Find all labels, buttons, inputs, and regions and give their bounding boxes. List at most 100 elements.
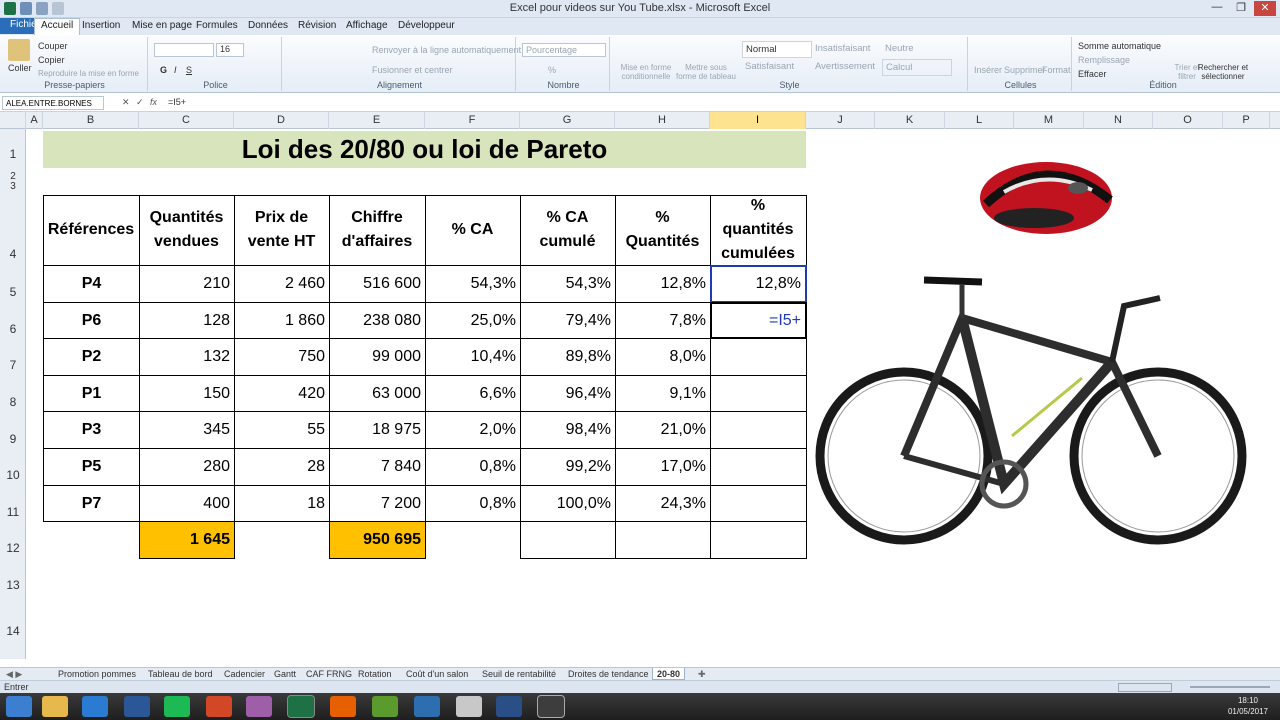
table-cell[interactable]: 7,8% bbox=[615, 302, 711, 339]
row-label-cell[interactable]: P6 bbox=[43, 302, 140, 339]
column-header[interactable]: H bbox=[615, 112, 710, 129]
sheet-tab-active[interactable]: 20-80 bbox=[652, 668, 686, 680]
clear-button[interactable]: Effacer bbox=[1078, 69, 1106, 79]
format-cells-button[interactable]: Format bbox=[1042, 65, 1071, 75]
table-cell[interactable]: 420 bbox=[234, 375, 330, 412]
sheet-tab[interactable]: CAF FRNG bbox=[302, 668, 356, 680]
table-cell[interactable]: 54,3% bbox=[520, 265, 616, 303]
row-header[interactable]: 7 bbox=[0, 358, 26, 372]
insert-cells-button[interactable]: Insérer bbox=[974, 65, 1002, 75]
row-header[interactable]: 12 bbox=[0, 541, 26, 555]
total-quantity-cell[interactable]: 1 645 bbox=[139, 521, 235, 559]
table-cell[interactable]: 516 600 bbox=[329, 265, 426, 303]
style-normal[interactable]: Normal bbox=[742, 41, 812, 58]
number-format-select[interactable]: Pourcentage bbox=[522, 43, 606, 57]
table-cell[interactable]: 98,4% bbox=[520, 411, 616, 449]
column-header[interactable]: D bbox=[234, 112, 329, 129]
table-cell[interactable]: 54,3% bbox=[425, 265, 521, 303]
row-header[interactable]: 8 bbox=[0, 395, 26, 409]
restore-icon[interactable]: ❐ bbox=[1230, 1, 1252, 16]
table-cell[interactable]: 132 bbox=[139, 338, 235, 376]
active-edit-cell[interactable]: =I5+ bbox=[710, 302, 807, 339]
table-cell[interactable]: 7 840 bbox=[329, 448, 426, 486]
column-header[interactable]: B bbox=[43, 112, 139, 129]
firefox-icon[interactable] bbox=[330, 696, 356, 717]
view-buttons[interactable] bbox=[1118, 683, 1172, 692]
table-cell[interactable]: 400 bbox=[139, 485, 235, 522]
minimize-icon[interactable]: — bbox=[1206, 1, 1228, 16]
table-cell[interactable]: 99 000 bbox=[329, 338, 426, 376]
row-header[interactable]: 3 bbox=[0, 181, 26, 192]
row-header[interactable]: 14 bbox=[0, 624, 26, 638]
table-cell[interactable]: 9,1% bbox=[615, 375, 711, 412]
enter-icon[interactable]: ✓ bbox=[136, 97, 144, 108]
table-cell[interactable]: 128 bbox=[139, 302, 235, 339]
chrome-icon[interactable] bbox=[456, 696, 482, 717]
column-header[interactable]: L bbox=[945, 112, 1014, 129]
app-icon[interactable] bbox=[537, 695, 565, 718]
empty-cell[interactable] bbox=[615, 521, 711, 559]
copy-button[interactable]: Copier bbox=[38, 55, 65, 65]
table-cell[interactable]: 18 975 bbox=[329, 411, 426, 449]
table-cell[interactable]: 7 200 bbox=[329, 485, 426, 522]
sheet-tab[interactable]: Droites de tendance bbox=[564, 668, 653, 680]
fill-button[interactable]: Remplissage bbox=[1078, 55, 1130, 65]
table-header-cell[interactable]: % CA cumulé bbox=[519, 194, 616, 266]
row-label-cell[interactable]: P4 bbox=[43, 265, 140, 303]
style-calcul[interactable]: Calcul bbox=[882, 59, 952, 76]
function-icon[interactable]: fx bbox=[150, 97, 157, 107]
row-header-selected[interactable]: 6 bbox=[0, 322, 26, 336]
merge-center-button[interactable]: Fusionner et centrer bbox=[372, 65, 453, 75]
font-size-select[interactable]: 16 bbox=[216, 43, 244, 57]
tab-view[interactable]: Affichage bbox=[346, 20, 388, 31]
table-header-cell[interactable]: Références bbox=[42, 194, 140, 266]
zoom-slider[interactable] bbox=[1190, 686, 1270, 688]
table-cell[interactable]: 280 bbox=[139, 448, 235, 486]
column-header[interactable]: F bbox=[425, 112, 520, 129]
autosum-button[interactable]: Somme automatique bbox=[1078, 41, 1161, 51]
table-cell[interactable]: 79,4% bbox=[520, 302, 616, 339]
column-header[interactable]: K bbox=[875, 112, 945, 129]
table-cell[interactable] bbox=[710, 411, 807, 449]
row-header[interactable]: 1 bbox=[0, 147, 26, 161]
sheet-tab[interactable]: Cadencier bbox=[220, 668, 269, 680]
column-header[interactable]: N bbox=[1084, 112, 1153, 129]
tab-review[interactable]: Révision bbox=[298, 20, 336, 31]
tab-formulas[interactable]: Formules bbox=[196, 20, 238, 31]
table-cell[interactable] bbox=[710, 485, 807, 522]
app-icon[interactable] bbox=[372, 696, 398, 717]
column-header[interactable]: P bbox=[1223, 112, 1270, 129]
tab-home[interactable]: Accueil bbox=[34, 18, 81, 35]
format-as-table-button[interactable]: Mettre sous forme de tableau bbox=[674, 63, 738, 81]
bold-icon[interactable]: G bbox=[160, 65, 167, 75]
table-cell[interactable]: 17,0% bbox=[615, 448, 711, 486]
column-header[interactable]: M bbox=[1014, 112, 1084, 129]
row-header[interactable]: 11 bbox=[0, 505, 26, 519]
style-satisfaisant[interactable]: Satisfaisant bbox=[742, 59, 812, 76]
tab-insert[interactable]: Insertion bbox=[82, 20, 120, 31]
row-label-cell[interactable]: P7 bbox=[43, 485, 140, 522]
table-cell[interactable]: 99,2% bbox=[520, 448, 616, 486]
row-header[interactable]: 5 bbox=[0, 285, 26, 299]
underline-icon[interactable]: S bbox=[186, 65, 192, 75]
table-cell[interactable] bbox=[710, 448, 807, 486]
tab-page-layout[interactable]: Mise en page bbox=[132, 20, 192, 31]
table-cell[interactable]: 96,4% bbox=[520, 375, 616, 412]
row-label-cell[interactable]: P1 bbox=[43, 375, 140, 412]
column-header[interactable]: J bbox=[806, 112, 875, 129]
table-header-cell[interactable]: % quantités cumulées bbox=[709, 194, 807, 266]
table-cell[interactable]: 55 bbox=[234, 411, 330, 449]
column-header[interactable]: A bbox=[26, 112, 43, 129]
wrap-text-button[interactable]: Renvoyer à la ligne automatiquement bbox=[372, 45, 521, 55]
sheet-title[interactable]: Loi des 20/80 ou loi de Pareto bbox=[43, 131, 806, 168]
tab-developer[interactable]: Développeur bbox=[398, 20, 455, 31]
table-cell[interactable]: 0,8% bbox=[425, 448, 521, 486]
table-cell[interactable]: 63 000 bbox=[329, 375, 426, 412]
table-cell[interactable]: 1 860 bbox=[234, 302, 330, 339]
empty-cell[interactable] bbox=[710, 521, 807, 559]
table-header-cell[interactable]: Chiffre d'affaires bbox=[328, 194, 426, 266]
percent-style-icon[interactable]: % bbox=[548, 65, 556, 75]
table-cell[interactable]: 2 460 bbox=[234, 265, 330, 303]
style-neutre[interactable]: Neutre bbox=[882, 41, 952, 58]
sheet-tab[interactable]: Coût d'un salon bbox=[402, 668, 472, 680]
